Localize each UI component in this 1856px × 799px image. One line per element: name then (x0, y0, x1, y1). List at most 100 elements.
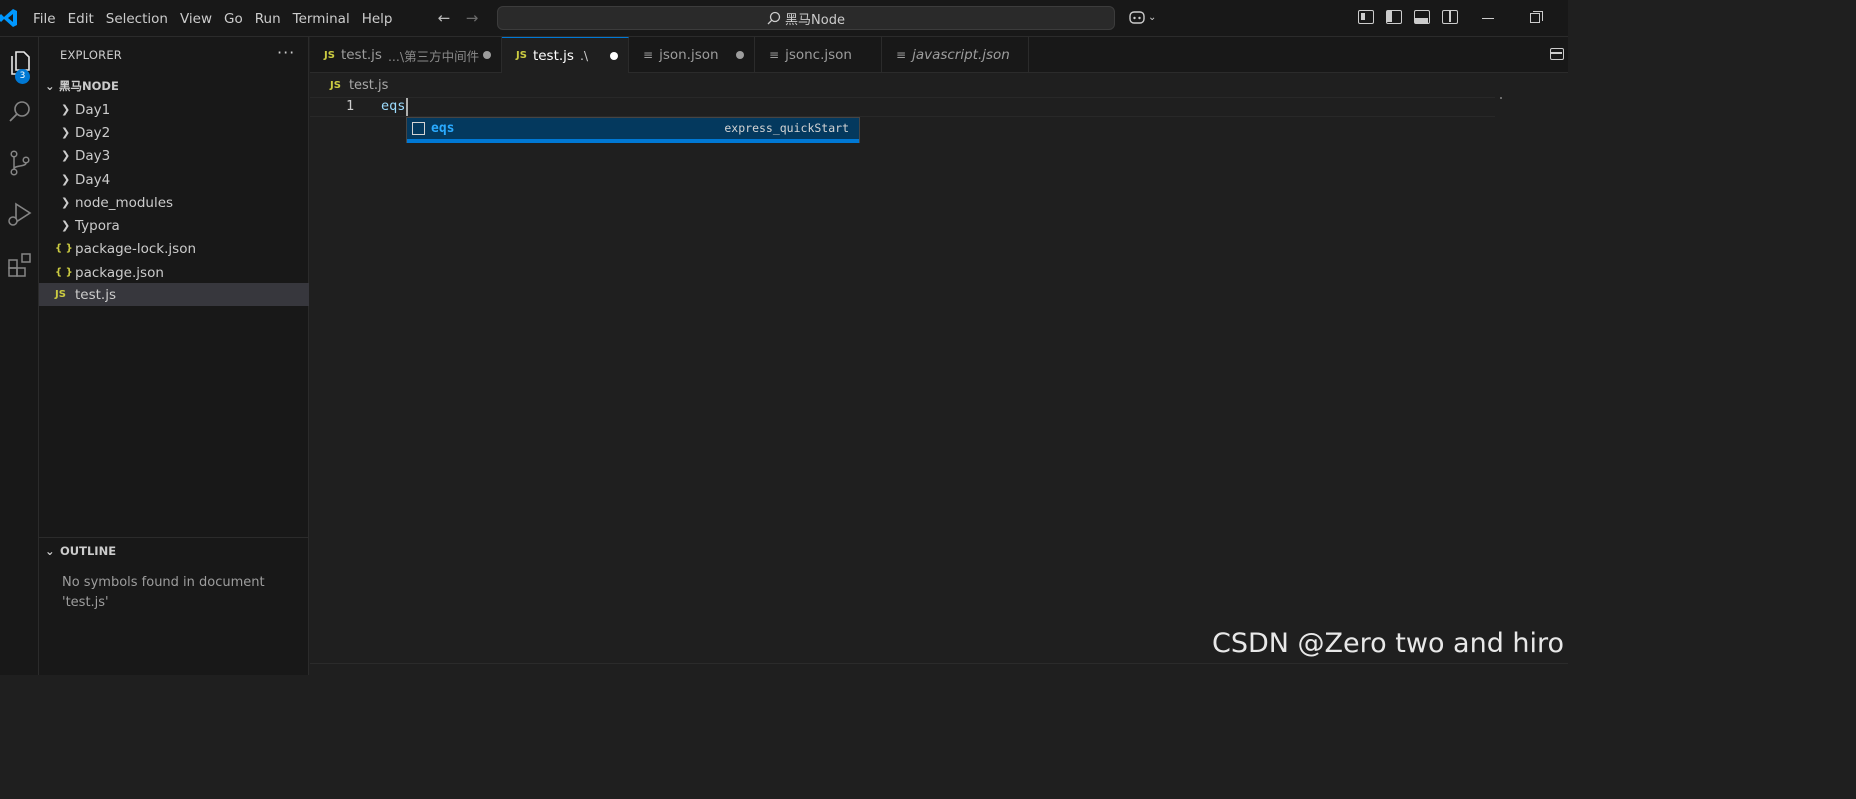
tab-label: jsonc.json (785, 47, 852, 63)
explorer-sidebar: EXPLORER ··· ⌄ 黑马NODE ❯ Day1 ❯ Day2 ❯ Da… (39, 37, 309, 675)
search-activity[interactable] (0, 92, 39, 132)
tree-item-label: Day4 (75, 171, 111, 188)
suggest-label: eqs (431, 121, 455, 136)
menu-go[interactable]: Go (218, 11, 249, 27)
tab-label: test.js (340, 47, 382, 63)
menu-run[interactable]: Run (249, 11, 287, 27)
explorer-badge: 3 (15, 69, 30, 84)
unsaved-dot-icon[interactable] (610, 52, 618, 60)
back-arrow-icon[interactable]: ← (436, 9, 452, 27)
tree-item-label: test.js (75, 286, 117, 303)
tree-item-label: package-lock.json (75, 240, 197, 257)
window-controls (1482, 8, 1543, 23)
activity-bar: 3 (0, 37, 39, 675)
tab-jsonc-json[interactable]: ≡ jsonc.json (755, 37, 882, 73)
tree-file-package-lock-json[interactable]: { } package-lock.json (39, 237, 309, 260)
split-editor-icon[interactable] (1550, 48, 1564, 60)
js-file-icon: JS (516, 50, 527, 61)
menu-bar: File Edit Selection View Go Run Terminal… (27, 0, 398, 37)
command-center-label: 黑马Node (785, 12, 845, 28)
tree-folder-typora[interactable]: ❯ Typora (39, 214, 309, 237)
tree-item-label: Day3 (75, 147, 111, 164)
tree-file-package-json[interactable]: { } package.json (39, 261, 309, 284)
toggle-panel-icon[interactable] (1414, 10, 1430, 24)
panel-border (310, 663, 1568, 664)
layout-controls (1358, 10, 1458, 24)
tab-description: ...\第三方中间件 (387, 48, 480, 64)
tree-folder-day4[interactable]: ❯ Day4 (39, 168, 309, 191)
chevron-down-icon: ⌄ (1148, 11, 1157, 23)
tree-folder-node-modules[interactable]: ❯ node_modules (39, 191, 309, 214)
tree-folder-day3[interactable]: ❯ Day3 (39, 144, 309, 167)
minimap-indicator (1500, 97, 1502, 99)
current-line-highlight (310, 97, 1495, 117)
tree-item-label: Typora (75, 217, 120, 234)
tree-file-test-js[interactable]: JS test.js (39, 283, 309, 306)
search-icon (8, 101, 30, 122)
tree-item-label: Day2 (75, 124, 111, 141)
text-cursor (406, 98, 408, 116)
menu-help[interactable]: Help (356, 11, 399, 27)
explorer-header: EXPLORER (60, 48, 122, 62)
tab-label: javascript.json (912, 47, 1010, 63)
copilot-button[interactable]: ⌄ (1128, 9, 1156, 25)
chevron-right-icon: ❯ (61, 196, 71, 209)
tree-item-label: package.json (75, 264, 164, 281)
chevron-right-icon: ❯ (61, 126, 71, 139)
suggest-item[interactable]: eqs express_quickStart (407, 118, 859, 139)
chevron-down-icon: ⌄ (45, 544, 55, 558)
minimize-icon[interactable] (1482, 18, 1494, 19)
forward-arrow-icon[interactable]: → (464, 9, 480, 27)
customize-layout-icon[interactable] (1358, 10, 1374, 24)
menu-view[interactable]: View (174, 11, 218, 27)
tree-folder-day2[interactable]: ❯ Day2 (39, 121, 309, 144)
tree-item-label: Day1 (75, 101, 111, 118)
search-icon (767, 11, 781, 25)
source-control-activity[interactable] (0, 143, 39, 183)
explorer-activity[interactable]: 3 (0, 43, 39, 84)
unsaved-dot-icon[interactable] (483, 51, 491, 59)
toggle-secondary-sidebar-icon[interactable] (1442, 10, 1458, 24)
source-control-icon (9, 150, 30, 176)
tree-folder-day1[interactable]: ❯ Day1 (39, 98, 309, 121)
js-file-icon: JS (330, 80, 341, 91)
vscode-logo-icon[interactable] (0, 8, 18, 28)
copilot-icon (1129, 11, 1145, 24)
outline-section-header[interactable]: ⌄ OUTLINE (39, 542, 116, 560)
tab-json-json[interactable]: ≡ json.json (629, 37, 755, 73)
unsaved-dot-icon[interactable] (736, 51, 744, 59)
file-lines-icon: ≡ (896, 48, 907, 62)
menu-file[interactable]: File (27, 11, 62, 27)
file-lines-icon: ≡ (643, 48, 654, 62)
chevron-down-icon: ⌄ (45, 79, 55, 93)
toggle-primary-sidebar-icon[interactable] (1386, 10, 1402, 24)
menu-edit[interactable]: Edit (62, 11, 100, 27)
tab-label: test.js (532, 47, 574, 64)
restore-icon[interactable] (1530, 11, 1543, 23)
command-center[interactable]: 黑马Node (497, 6, 1115, 30)
outline-title: OUTLINE (60, 544, 117, 558)
js-file-icon: JS (324, 49, 335, 61)
workspace-folder[interactable]: ⌄ 黑马NODE (39, 76, 309, 96)
tab-test-js-root[interactable]: JS test.js .\ (502, 37, 629, 73)
line-number: 1 (346, 98, 355, 114)
watermark: CSDN @Zero two and hiro (1212, 628, 1565, 659)
code-text[interactable]: eqs (381, 98, 405, 114)
menu-selection[interactable]: Selection (100, 11, 174, 27)
tab-javascript-json[interactable]: ≡ javascript.json (882, 37, 1029, 73)
menu-terminal[interactable]: Terminal (287, 11, 356, 27)
run-debug-icon (7, 202, 31, 226)
more-actions-icon[interactable]: ··· (277, 43, 295, 62)
tree-item-label: node_modules (75, 194, 174, 211)
breadcrumb-file[interactable]: test.js (349, 78, 388, 93)
outline-empty-message: No symbols found in document 'test.js' (62, 575, 265, 610)
tab-test-js-middleware[interactable]: JS test.js ...\第三方中间件 (310, 37, 502, 73)
breadcrumb: JS test.js (330, 78, 388, 93)
extensions-icon (7, 253, 31, 277)
workspace-folder-label: 黑马NODE (59, 79, 119, 93)
file-lines-icon: ≡ (769, 48, 780, 62)
chevron-right-icon: ❯ (61, 219, 71, 232)
suggest-detail: express_quickStart (724, 121, 849, 135)
run-debug-activity[interactable] (0, 194, 39, 234)
extensions-activity[interactable] (0, 245, 39, 285)
